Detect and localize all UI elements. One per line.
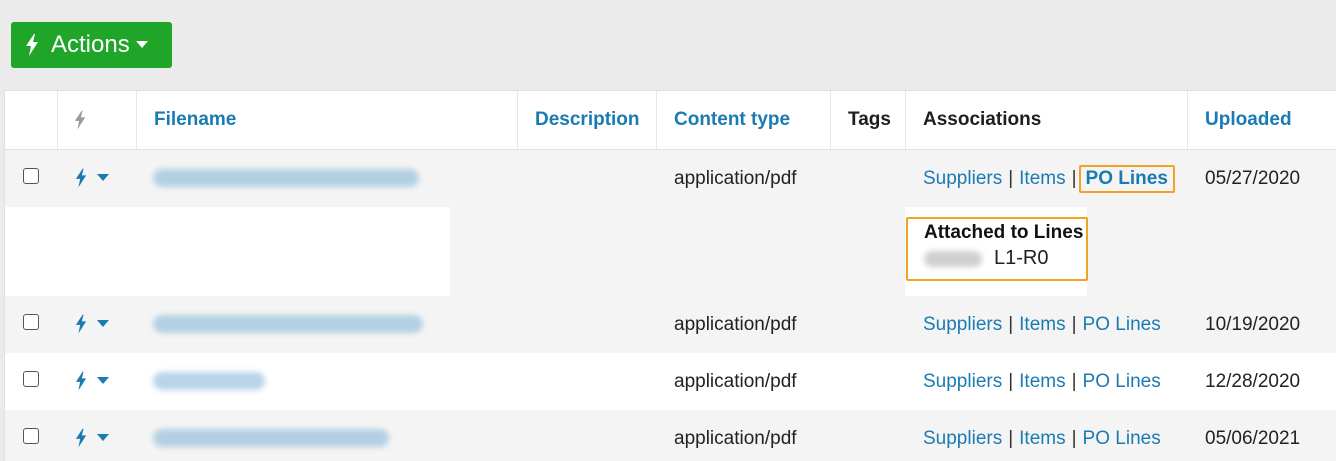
suppliers-link[interactable]: Suppliers (923, 428, 1002, 450)
separator: | (1008, 167, 1014, 189)
table-header: Filename Description Content type Tags A… (5, 91, 1336, 150)
separator: | (1071, 427, 1077, 449)
row-checkbox[interactable] (23, 428, 39, 444)
items-link[interactable]: Items (1019, 314, 1065, 336)
table-row: application/pdf Suppliers | Items | PO L… (5, 150, 1336, 207)
caret-down-icon (97, 434, 109, 441)
attachments-table: Filename Description Content type Tags A… (4, 90, 1336, 461)
uploaded-date: 05/27/2020 (1205, 167, 1301, 189)
table-row: application/pdf Suppliers | Items | PO L… (5, 353, 1336, 410)
header-filename[interactable]: Filename (137, 91, 518, 149)
po-lines-link-highlighted[interactable]: PO Lines (1078, 164, 1175, 193)
po-lines-link[interactable]: PO Lines (1083, 314, 1161, 336)
header-select (5, 91, 58, 149)
detail-filler (1087, 207, 1336, 296)
suppliers-link[interactable]: Suppliers (923, 168, 1002, 190)
content-type-value: application/pdf (674, 427, 797, 449)
caret-down-icon (97, 377, 109, 384)
row-actions-menu[interactable] (75, 428, 109, 448)
row-checkbox[interactable] (23, 371, 39, 387)
content-type-value: application/pdf (674, 313, 797, 335)
items-link[interactable]: Items (1019, 168, 1065, 190)
items-link[interactable]: Items (1019, 428, 1065, 450)
separator: | (1071, 167, 1077, 189)
po-number-redacted (924, 250, 982, 267)
associations-links: Suppliers | Items | PO Lines (923, 150, 1175, 207)
header-associations: Associations (906, 91, 1188, 149)
separator: | (1008, 370, 1014, 392)
associations-links: Suppliers | Items | PO Lines (923, 410, 1161, 461)
line-reference: L1-R0 (994, 247, 1049, 269)
caret-down-icon (135, 41, 148, 48)
caret-down-icon (97, 174, 109, 181)
header-uploaded[interactable]: Uploaded (1188, 91, 1328, 149)
separator: | (1008, 427, 1014, 449)
table-row: application/pdf Suppliers | Items | PO L… (5, 296, 1336, 353)
filename-link-redacted[interactable] (153, 315, 423, 333)
separator: | (1071, 313, 1077, 335)
detail-filler (450, 207, 905, 296)
actions-button[interactable]: Actions (11, 22, 172, 68)
lightning-icon (75, 428, 87, 448)
suppliers-link[interactable]: Suppliers (923, 371, 1002, 393)
uploaded-date: 12/28/2020 (1205, 370, 1301, 392)
suppliers-link[interactable]: Suppliers (923, 314, 1002, 336)
attached-lines-popover: Attached to Lines L1-R0 (906, 217, 1088, 281)
filename-link-redacted[interactable] (153, 372, 265, 390)
attached-lines-detail-row (5, 207, 1336, 296)
associations-links: Suppliers | Items | PO Lines (923, 353, 1161, 410)
content-type-value: application/pdf (674, 370, 797, 392)
header-actions (58, 91, 137, 149)
caret-down-icon (97, 320, 109, 327)
row-actions-menu[interactable] (75, 314, 109, 334)
attached-line-entry: L1-R0 (924, 247, 1048, 270)
row-actions-menu[interactable] (75, 371, 109, 391)
po-lines-link[interactable]: PO Lines (1083, 371, 1161, 393)
items-link[interactable]: Items (1019, 371, 1065, 393)
lightning-icon (75, 371, 87, 391)
row-checkbox[interactable] (23, 168, 39, 184)
lightning-icon (75, 314, 87, 334)
header-tags: Tags (831, 91, 906, 149)
associations-links: Suppliers | Items | PO Lines (923, 296, 1161, 353)
attached-lines-title: Attached to Lines (924, 222, 1084, 243)
table-row: application/pdf Suppliers | Items | PO L… (5, 410, 1336, 461)
row-actions-menu[interactable] (75, 168, 109, 188)
po-lines-link[interactable]: PO Lines (1083, 428, 1161, 450)
separator: | (1008, 313, 1014, 335)
row-checkbox[interactable] (23, 314, 39, 330)
uploaded-date: 10/19/2020 (1205, 313, 1301, 335)
header-description[interactable]: Description (518, 91, 657, 149)
content-type-value: application/pdf (674, 167, 797, 189)
separator: | (1071, 370, 1077, 392)
filename-link-redacted[interactable] (153, 429, 389, 447)
lightning-icon (75, 168, 87, 188)
filename-link-redacted[interactable] (153, 169, 419, 187)
actions-button-label: Actions (51, 31, 130, 58)
header-content-type[interactable]: Content type (657, 91, 831, 149)
lightning-icon (26, 34, 38, 56)
uploaded-date: 05/06/2021 (1205, 427, 1301, 449)
lightning-icon (74, 110, 86, 130)
